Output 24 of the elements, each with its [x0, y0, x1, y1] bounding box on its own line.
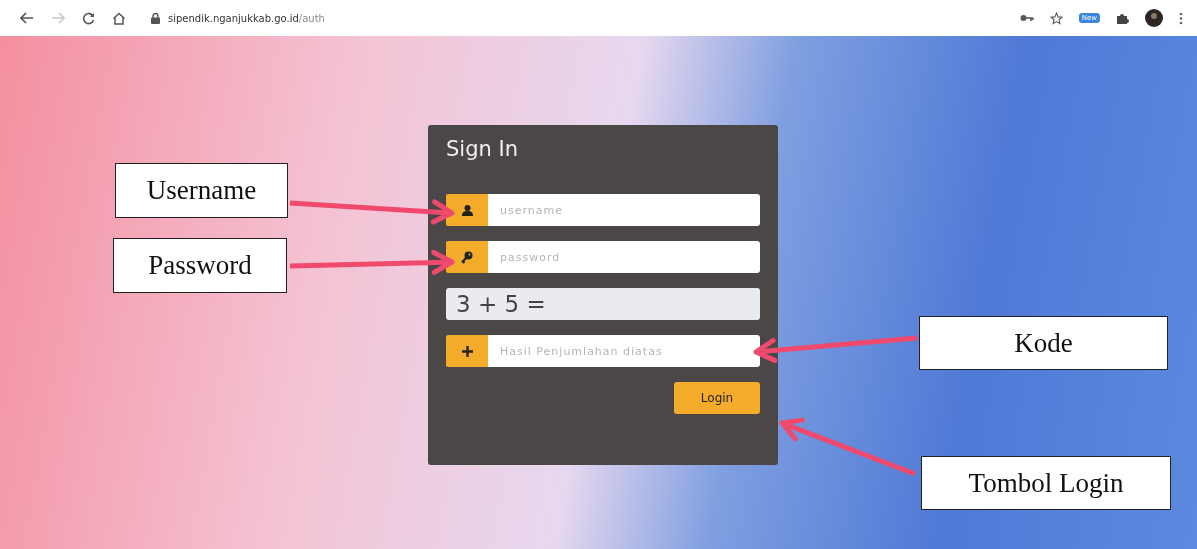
captcha-question: 3 + 5 = — [446, 288, 760, 320]
login-button[interactable]: Login — [674, 382, 760, 414]
star-icon[interactable] — [1049, 11, 1063, 25]
callout-label: Password — [113, 238, 287, 293]
callout-label: Kode — [919, 316, 1168, 370]
input-field[interactable]: username — [488, 194, 760, 226]
user-icon — [461, 204, 473, 216]
key-icon — [461, 250, 473, 264]
input-field[interactable]: password — [488, 241, 760, 273]
callout-label: Username — [115, 163, 288, 218]
url-host[interactable]: sipendik.nganjukkab.go.id — [168, 12, 299, 24]
avatar-icon[interactable] — [1145, 9, 1163, 27]
lock-icon — [151, 12, 160, 24]
card-title: Sign In — [446, 137, 519, 161]
menu-icon[interactable] — [1179, 11, 1183, 25]
callout-label: Tombol Login — [921, 456, 1171, 510]
puzzle-icon[interactable] — [1116, 11, 1129, 25]
input-field[interactable]: Hasil Penjumlahan diatas — [488, 335, 760, 367]
home-icon[interactable] — [112, 11, 126, 25]
reload-icon[interactable] — [82, 11, 95, 25]
back-icon[interactable] — [20, 12, 34, 24]
plus-icon — [461, 345, 473, 357]
url-path[interactable]: /auth — [298, 12, 325, 24]
key-icon[interactable] — [1019, 14, 1034, 22]
